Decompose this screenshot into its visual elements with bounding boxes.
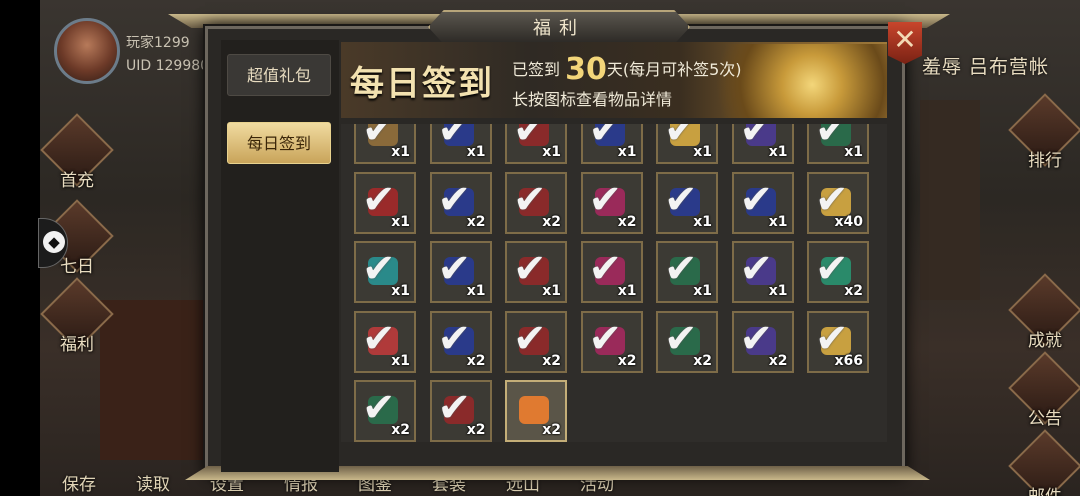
reward-cell[interactable]: ✔ x2	[505, 171, 567, 234]
reward-quantity: x1	[466, 283, 486, 299]
bottom-nav-save[interactable]: 保存	[62, 470, 96, 495]
reward-quantity: x2	[466, 213, 486, 230]
right-nav-notice[interactable]: 公告	[1008, 351, 1080, 429]
side-nav-first-recharge[interactable]: 首充	[40, 113, 114, 191]
reward-cell[interactable]: ✔ x1	[354, 310, 416, 373]
reward-cell[interactable]: ✔ x1	[807, 124, 869, 164]
close-button[interactable]: ✕	[888, 22, 922, 64]
reward-cell[interactable]: ✔ x2	[354, 380, 416, 442]
signin-count: 已签到 30天(每月可补签5次)	[512, 52, 742, 87]
close-icon: ✕	[893, 23, 917, 56]
signin-days: 30	[565, 52, 607, 87]
reward-quantity: x2	[466, 352, 486, 369]
tab-daily-signin[interactable]: 每日签到	[227, 122, 331, 164]
left-letterbox	[0, 0, 40, 496]
right-nav-achievement[interactable]: 成就	[1008, 273, 1080, 351]
tab-column	[221, 40, 339, 472]
reward-grid: ✔ x1 ✔ x1 ✔ x1 ✔ x1 ✔ x1 ✔ x1 ✔ x1 ✔ x1 ✔ x2 ✔ x2 ✔ x2 ✔ x1 ✔ x1 ✔…	[341, 124, 887, 442]
reward-quantity: x66	[834, 352, 863, 369]
reward-quantity: x1	[768, 213, 788, 230]
reward-quantity: x2	[542, 422, 561, 438]
reward-quantity: x1	[693, 283, 712, 299]
reward-quantity: x2	[844, 283, 863, 299]
reward-quantity: x2	[542, 352, 561, 369]
reward-cell[interactable]: ✔ x1	[429, 124, 492, 164]
reward-cell[interactable]: ✔ x1	[580, 124, 643, 164]
reward-cell[interactable]: ✔ x1	[731, 124, 794, 164]
tab-value-pack[interactable]: 超值礼包	[227, 54, 331, 96]
reward-quantity: x40	[834, 213, 863, 230]
reward-cell[interactable]: ✔ x40	[807, 171, 869, 234]
side-nav-welfare[interactable]: 福利	[40, 277, 114, 355]
reward-quantity: x2	[617, 213, 637, 230]
player-name: 玩家1299	[126, 35, 190, 51]
reward-cell[interactable]: ✔ x1	[580, 241, 643, 303]
reward-cell[interactable]: ✔ x1	[656, 124, 718, 164]
reward-quantity: x1	[617, 144, 637, 160]
reward-cell[interactable]: ✔ x1	[354, 171, 416, 234]
banner-title: 每日签到	[350, 64, 494, 104]
reward-cell[interactable]: ✔ x2	[580, 310, 643, 373]
banner-hint: 长按图标查看物品详情	[512, 90, 673, 109]
bg-pillar	[920, 100, 980, 300]
reward-quantity: x1	[542, 283, 561, 299]
reward-quantity: x1	[391, 213, 410, 230]
reward-cell[interactable]: ✔ x1	[656, 241, 718, 303]
reward-cell[interactable]: ✔ x1	[354, 124, 416, 164]
reward-quantity: x1	[391, 144, 410, 160]
reward-cell[interactable]: ✔ x2	[429, 171, 492, 234]
reward-quantity: x1	[391, 352, 410, 369]
reward-cell[interactable]: ✔ x66	[807, 310, 869, 373]
reward-quantity: x1	[617, 283, 637, 299]
reward-quantity: x2	[391, 422, 410, 438]
reward-quantity: x1	[844, 144, 863, 160]
reward-quantity: x1	[768, 283, 788, 299]
panel-title: 福利	[533, 18, 585, 39]
reward-quantity: x2	[466, 422, 486, 438]
reward-quantity: x2	[542, 213, 561, 230]
reward-item-icon	[519, 396, 549, 424]
reward-cell[interactable]: ✔ x1	[505, 241, 567, 303]
reward-cell[interactable]: x2	[505, 380, 567, 442]
player-avatar[interactable]	[54, 18, 120, 84]
reward-quantity: x1	[391, 283, 410, 299]
right-nav-mail[interactable]: 邮件	[1008, 429, 1080, 496]
reward-quantity: x1	[693, 144, 712, 160]
reward-cell[interactable]: ✔ x2	[429, 380, 492, 442]
reward-quantity: x2	[617, 352, 637, 369]
reward-quantity: x2	[768, 352, 788, 369]
reward-cell[interactable]: ✔ x2	[731, 310, 794, 373]
camp-title: 羞辱 吕布营帐	[922, 56, 1050, 78]
reward-cell[interactable]: ✔ x1	[429, 241, 492, 303]
reward-quantity: x1	[768, 144, 788, 160]
reward-quantity: x1	[466, 144, 486, 160]
reward-cell[interactable]: ✔ x1	[354, 241, 416, 303]
right-nav-rank[interactable]: 排行	[1008, 93, 1080, 171]
reward-cell[interactable]: ✔ x1	[731, 171, 794, 234]
reward-cell[interactable]: ✔ x1	[731, 241, 794, 303]
reward-cell[interactable]: ✔ x2	[807, 241, 869, 303]
reward-quantity: x1	[542, 144, 561, 160]
reward-cell[interactable]: ✔ x2	[656, 310, 718, 373]
reward-cell[interactable]: ✔ x2	[429, 310, 492, 373]
reward-cell[interactable]: ✔ x2	[580, 171, 643, 234]
bottom-nav-load[interactable]: 读取	[136, 470, 170, 495]
assistant-icon: ◆	[43, 231, 65, 253]
reward-cell[interactable]: ✔ x1	[505, 124, 567, 164]
reward-quantity: x1	[693, 213, 712, 230]
reward-cell[interactable]: ✔ x2	[505, 310, 567, 373]
reward-quantity: x2	[693, 352, 712, 369]
reward-cell[interactable]: ✔ x1	[656, 171, 718, 234]
